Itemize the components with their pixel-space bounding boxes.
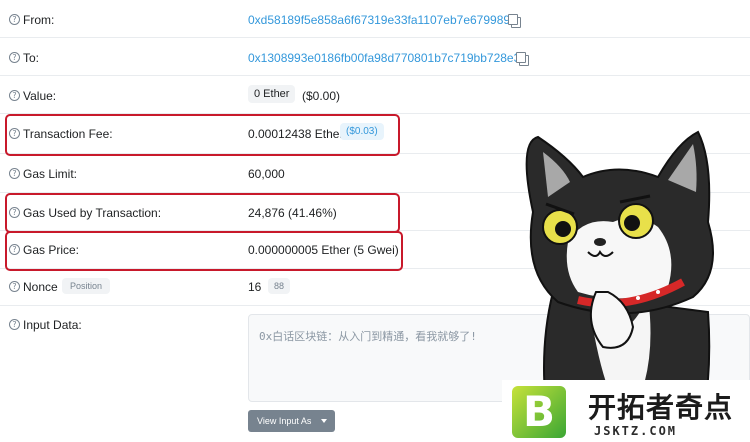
input-data-text: 0x白话区块链：从入门到精通，看我就够了!	[259, 330, 477, 343]
brand-watermark: B 开拓者奇点 JSKTZ.COM	[502, 380, 750, 442]
fee-usd-badge: ($0.03)	[340, 123, 384, 140]
copy-icon[interactable]	[508, 14, 521, 28]
help-icon[interactable]: ?	[9, 52, 20, 63]
gas-used-value: 24,876 (41.46%)	[248, 206, 337, 220]
to-label: To:	[23, 51, 40, 65]
divider	[0, 75, 750, 76]
value-amount-badge: 0 Ether	[248, 85, 296, 103]
view-input-as-label: View Input As	[257, 416, 312, 426]
help-icon[interactable]: ?	[9, 319, 20, 330]
to-address-link[interactable]: 0x1308993e0186fb00fa98d770801b7c719bb728…	[248, 51, 520, 65]
gas-limit-value: 60,000	[248, 167, 285, 181]
value-usd: ($0.00)	[302, 89, 341, 103]
gas-used-label: Gas Used by Transaction:	[23, 206, 162, 220]
help-icon[interactable]: ?	[9, 168, 20, 179]
nonce-label: Nonce	[23, 280, 58, 294]
input-data-label: Input Data:	[23, 318, 82, 332]
chevron-down-icon	[321, 419, 327, 423]
copy-icon[interactable]	[516, 52, 529, 66]
from-address-link[interactable]: 0xd58189f5e858a6f67319e33fa1107eb7e67998…	[248, 13, 513, 27]
help-icon[interactable]: ?	[9, 281, 20, 292]
help-icon[interactable]: ?	[9, 128, 20, 139]
divider	[0, 37, 750, 38]
help-icon[interactable]: ?	[9, 207, 20, 218]
brand-name: 开拓者奇点	[588, 391, 734, 424]
position-value-badge: 88	[268, 278, 291, 294]
help-icon[interactable]: ?	[9, 14, 20, 25]
value-label: Value:	[23, 89, 57, 103]
help-icon[interactable]: ?	[9, 244, 20, 255]
brand-url: JSKTZ.COM	[594, 424, 678, 438]
fee-label: Transaction Fee:	[23, 127, 113, 141]
position-badge: Position	[62, 278, 111, 294]
gas-limit-label: Gas Limit:	[23, 167, 78, 181]
from-label: From:	[23, 13, 55, 27]
help-icon[interactable]: ?	[9, 90, 20, 101]
view-input-as-button[interactable]: View Input As	[248, 410, 335, 432]
brand-logo-icon: B	[512, 386, 566, 438]
fee-amount: 0.00012438 Ether	[248, 127, 344, 141]
gas-price-label: Gas Price:	[23, 243, 80, 257]
nonce-value: 16	[248, 280, 262, 294]
gas-price-value: 0.000000005 Ether (5 Gwei)	[248, 243, 399, 257]
